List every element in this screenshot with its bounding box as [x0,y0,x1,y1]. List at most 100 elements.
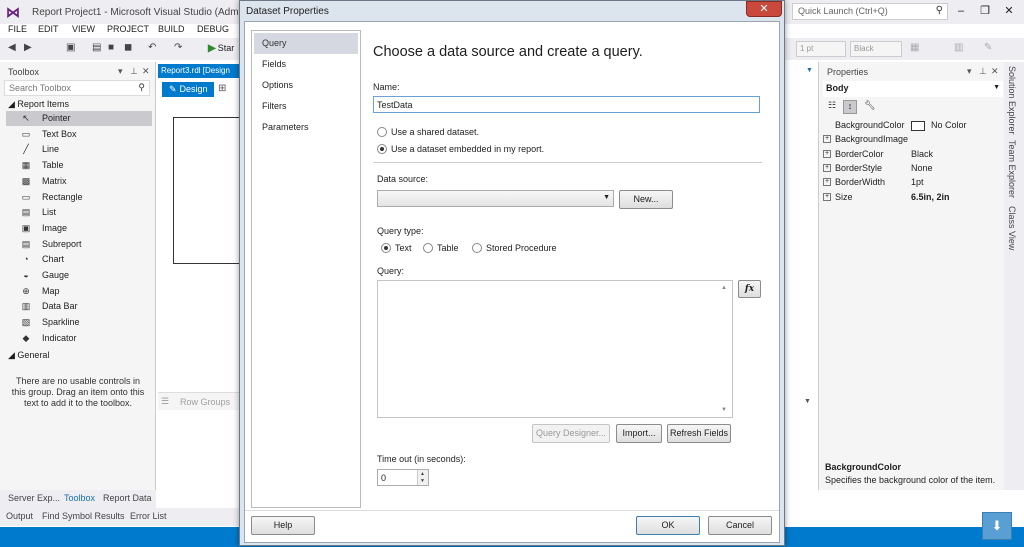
tab-solution-explorer[interactable]: Solution Explorer [1007,66,1017,135]
undo-icon[interactable]: ↶ [148,42,156,53]
toolbox-item-subreport[interactable]: ▤ Subreport [6,237,152,252]
new-project-icon[interactable]: ▣ [66,42,75,53]
pin-icon[interactable]: ⊥ [979,66,987,77]
toolbox-item-gauge[interactable]: ◒ Gauge [6,268,152,283]
border-size-combo[interactable]: 1 pt [796,41,846,57]
document-dropdown-icon[interactable]: ▼ [806,67,813,74]
preview-icon[interactable]: ⊞ [218,83,226,94]
design-tab-button[interactable]: ✎ Design [162,82,214,97]
nav-fields[interactable]: Fields [254,54,358,75]
expand-plus-icon[interactable]: + [823,192,831,201]
format-icon[interactable]: ✎ [984,42,992,53]
property-value[interactable]: 1pt [911,177,924,187]
property-row-size[interactable]: + Size 6.5in, 2in [819,190,1005,204]
property-row-bordercolor[interactable]: + BorderColor Black [819,147,1005,161]
query-designer-button[interactable]: Query Designer... [532,424,610,443]
category-general[interactable]: ◢ General [8,350,49,361]
expand-plus-icon[interactable]: + [823,178,831,187]
dataset-name-input[interactable]: TestData [373,96,760,113]
tab-output[interactable]: Output [6,511,33,521]
toolbox-search-input[interactable]: Search Toolbox ⚲ [4,80,150,96]
property-pages-icon[interactable]: 🔧︎ [863,100,877,114]
radio-query-text[interactable]: Text [381,242,412,254]
spinner-buttons[interactable]: ▲ ▼ [417,470,428,485]
new-data-source-button[interactable]: New... [619,190,673,209]
alphabetical-icon[interactable]: ↕ [843,100,857,114]
import-button[interactable]: Import... [616,424,662,443]
menu-file[interactable]: FILE [8,24,27,34]
back-icon[interactable]: ◀ [8,42,16,53]
tab-report-data[interactable]: Report Data [103,493,152,503]
document-tab[interactable]: Report3.rdl [Design [158,64,240,78]
menu-view[interactable]: VIEW [72,24,95,34]
nav-query[interactable]: Query [254,33,358,54]
cancel-button[interactable]: Cancel [708,516,772,535]
nav-parameters[interactable]: Parameters [254,117,358,138]
expand-plus-icon[interactable]: + [823,135,831,144]
forward-icon[interactable]: ▶ [24,42,32,53]
query-scrollbar[interactable]: ▲ ▼ [718,281,732,417]
redo-icon[interactable]: ↷ [174,42,182,53]
toolbox-item-chart[interactable]: ◔ Chart [6,252,152,267]
radio-embedded-dataset[interactable]: Use a dataset embedded in my report. [377,143,544,155]
toolbox-item-rectangle[interactable]: ▭ Rectangle [6,190,152,205]
menu-project[interactable]: PROJECT [107,24,149,34]
close-icon[interactable]: ✕ [142,66,150,77]
category-report-items[interactable]: ◢ Report Items [8,99,69,110]
ok-button[interactable]: OK [636,516,700,535]
scroll-down-icon[interactable]: ▼ [721,407,727,413]
restore-button[interactable]: ❐ [974,2,996,20]
tab-class-view[interactable]: Class View [1007,206,1017,250]
grouping-dropdown-icon[interactable]: ▼ [804,398,811,405]
toolbox-item-line[interactable]: ╱ Line [6,142,152,157]
close-window-button[interactable]: ✕ [998,2,1020,20]
property-row-backgroundcolor[interactable]: BackgroundColor No Color [819,118,1005,132]
border-color-combo[interactable]: Black [850,41,902,57]
minimize-button[interactable]: – [950,2,972,20]
property-value[interactable]: Black [911,149,933,159]
toolbox-item-map[interactable]: ⊕ Map [6,284,152,299]
align-icon[interactable]: ▥ [954,42,963,53]
property-row-backgroundimage[interactable]: + BackgroundImage [819,132,1005,146]
timeout-spinner[interactable]: 0 ▲ ▼ [377,469,429,486]
radio-query-table[interactable]: Table [423,242,459,254]
spin-up-icon[interactable]: ▲ [420,471,425,477]
expression-fx-button[interactable]: fx [738,280,761,298]
radio-shared-dataset[interactable]: Use a shared dataset. [377,126,479,138]
scroll-up-icon[interactable]: ▲ [721,285,727,291]
property-row-borderwidth[interactable]: + BorderWidth 1pt [819,175,1005,189]
close-icon[interactable]: ✕ [991,66,999,77]
properties-object-select[interactable]: Body ▼ [823,81,1003,97]
toolbox-item-data-bar[interactable]: ▥ Data Bar [6,299,152,314]
toolbox-item-pointer[interactable]: ↖ Pointer [6,111,152,126]
toolbox-item-image[interactable]: ▣ Image [6,221,152,236]
tab-toolbox[interactable]: Toolbox [64,493,95,503]
quick-launch-input[interactable]: Quick Launch (Ctrl+Q) ⚲ [792,3,948,20]
save-all-icon[interactable]: ◼ [124,42,132,53]
help-button[interactable]: Help [251,516,315,535]
tab-team-explorer[interactable]: Team Explorer [1007,140,1017,198]
property-value[interactable]: 6.5in, 2in [911,192,950,202]
tab-find-symbol-results[interactable]: Find Symbol Results [42,511,125,521]
tab-error-list[interactable]: Error List [130,511,167,521]
query-text-area[interactable]: ▲ ▼ [377,280,733,418]
toolbox-item-text-box[interactable]: ▭ Text Box [6,127,152,142]
toolbox-item-matrix[interactable]: ▩ Matrix [6,174,152,189]
nav-options[interactable]: Options [254,75,358,96]
expand-plus-icon[interactable]: + [823,163,831,172]
refresh-fields-button[interactable]: Refresh Fields [667,424,731,443]
property-row-borderstyle[interactable]: + BorderStyle None [819,161,1005,175]
toolbox-item-list[interactable]: ▤ List [6,205,152,220]
start-button[interactable]: ▶ Star [208,43,234,54]
menu-debug[interactable]: DEBUG [197,24,229,34]
pin-icon[interactable]: ⊥ [130,66,138,77]
download-icon[interactable]: ⬇ [982,512,1012,540]
open-file-icon[interactable]: ▤ [92,42,101,53]
toolbox-item-table[interactable]: ▦ Table [6,158,152,173]
categorized-icon[interactable]: ☷ [825,100,839,114]
property-value[interactable]: No Color [911,120,967,131]
dropdown-icon[interactable]: ▾ [118,66,123,77]
save-icon[interactable]: ■ [108,42,114,53]
nav-filters[interactable]: Filters [254,96,358,117]
data-source-select[interactable]: ▼ [377,190,614,207]
